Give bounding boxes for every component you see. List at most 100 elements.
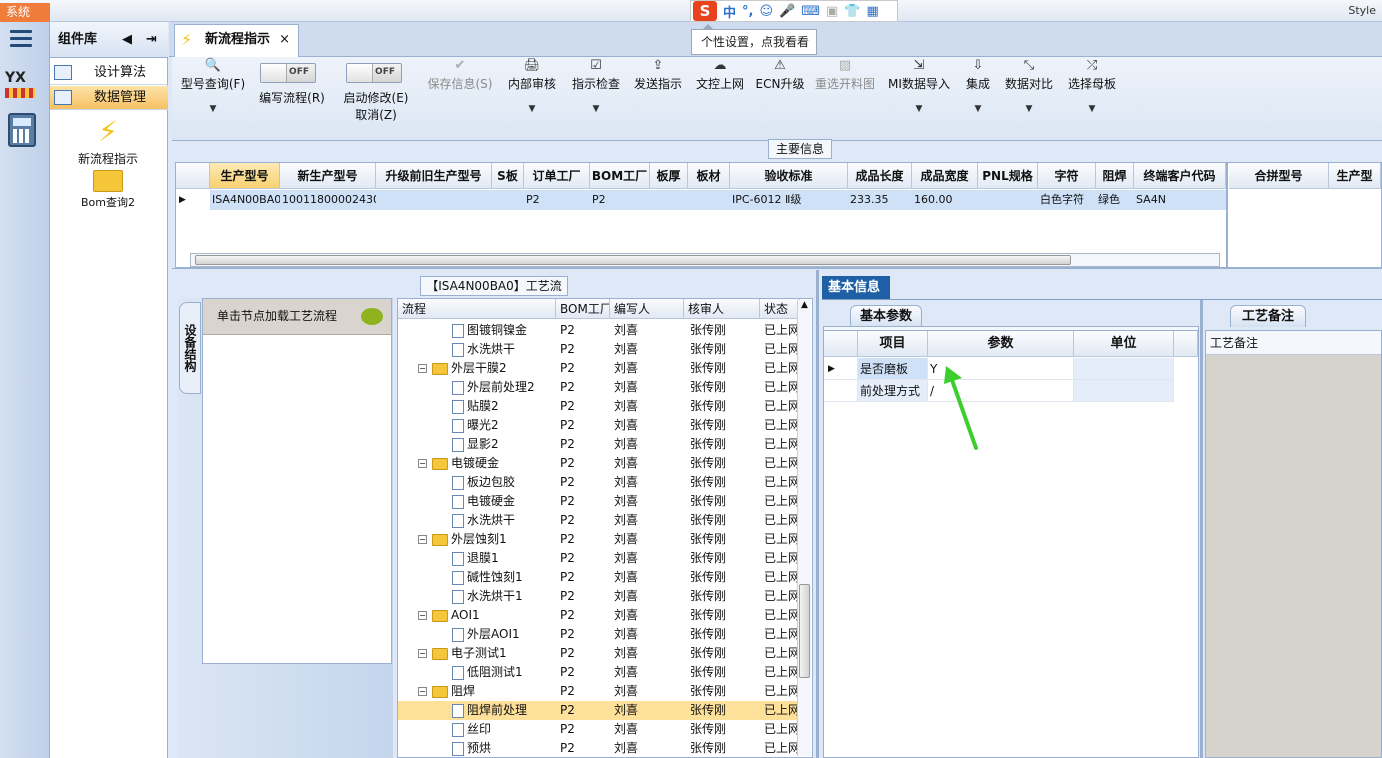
- table-cell[interactable]: 233.35: [848, 190, 912, 210]
- table-cell[interactable]: [688, 190, 730, 210]
- tab-new-process[interactable]: ⚡ 新流程指示 ×: [174, 24, 299, 57]
- table-cell[interactable]: [492, 190, 524, 210]
- tree-row[interactable]: 预烘 P2 刘喜 张传刚 已上网: [398, 739, 800, 757]
- tree-row[interactable]: − 外层干膜2 P2 刘喜 张传刚 已上网: [398, 359, 800, 378]
- table-cell[interactable]: [650, 190, 688, 210]
- ime-tools-icon[interactable]: ▣: [826, 4, 838, 19]
- pin-icon[interactable]: ⇥: [146, 22, 157, 58]
- tab-process-notes[interactable]: 工艺备注: [1230, 305, 1306, 327]
- calculator-icon[interactable]: [8, 113, 36, 147]
- toggle-switch[interactable]: OFF: [260, 63, 316, 83]
- dropdown-arrow-icon[interactable]: ▼: [568, 104, 624, 114]
- table-cell[interactable]: 白色字符: [1038, 190, 1096, 210]
- tree-row[interactable]: − 电镀硬金 P2 刘喜 张传刚 已上网: [398, 454, 800, 473]
- tree-row[interactable]: 显影2 P2 刘喜 张传刚 已上网: [398, 435, 800, 454]
- table-cell[interactable]: ISA4N00BA0: [210, 190, 280, 210]
- tree-row[interactable]: 电镀硬金 P2 刘喜 张传刚 已上网: [398, 492, 800, 511]
- tree-row[interactable]: − 电子测试1 P2 刘喜 张传刚 已上网: [398, 644, 800, 663]
- collapse-icon[interactable]: −: [418, 687, 427, 696]
- col-header[interactable]: 单位: [1074, 331, 1174, 357]
- table-cell[interactable]: P2: [524, 190, 590, 210]
- tree-row[interactable]: 曝光2 P2 刘喜 张传刚 已上网: [398, 416, 800, 435]
- select-motherboard-button[interactable]: ⤮ 选择母板 ▼: [1064, 57, 1120, 114]
- col-header[interactable]: 流程: [398, 299, 556, 319]
- tab-basic-params[interactable]: 基本参数: [850, 305, 922, 327]
- tree-row[interactable]: 外层AOI1 P2 刘喜 张传刚 已上网: [398, 625, 800, 644]
- internal-review-button[interactable]: 🖨 内部审核 ▼: [504, 57, 560, 114]
- start-modify-toggle[interactable]: OFF 启动修改(E) 取消(Z): [338, 57, 414, 123]
- table-cell[interactable]: [978, 190, 1038, 210]
- table-cell[interactable]: IPC-6012 Ⅱ级: [730, 190, 848, 210]
- col-header[interactable]: 成品长度: [848, 163, 912, 189]
- col-header[interactable]: 生产型: [1329, 163, 1381, 189]
- ime-keyboard-icon[interactable]: ⌨: [801, 4, 820, 19]
- send-instruction-button[interactable]: ⇪ 发送指示: [630, 57, 686, 92]
- table-cell[interactable]: [1074, 358, 1174, 380]
- dropdown-arrow-icon[interactable]: ▼: [1002, 104, 1056, 114]
- tree-row[interactable]: 水洗烘干 P2 刘喜 张传刚 已上网: [398, 340, 800, 359]
- col-header[interactable]: 验收标准: [730, 163, 848, 189]
- write-process-toggle[interactable]: OFF 编写流程(R): [252, 57, 332, 106]
- ime-skin-icon[interactable]: 👕: [844, 4, 860, 19]
- col-header[interactable]: 字符: [1038, 163, 1096, 189]
- panel-splitter[interactable]: [816, 270, 819, 758]
- data-compare-button[interactable]: ⤡ 数据对比 ▼: [1002, 57, 1056, 114]
- collapse-icon[interactable]: −: [418, 611, 427, 620]
- tree-row[interactable]: 水洗烘干 P2 刘喜 张传刚 已上网: [398, 511, 800, 530]
- table-cell[interactable]: 前处理方式: [858, 380, 928, 402]
- col-header[interactable]: 编写人: [610, 299, 684, 319]
- col-header[interactable]: 状态: [760, 299, 800, 319]
- col-header[interactable]: 新生产型号: [280, 163, 376, 189]
- sogou-logo-icon[interactable]: S: [693, 1, 717, 21]
- library-item-data-management[interactable]: 数据管理: [50, 86, 168, 110]
- table-cell[interactable]: [1074, 380, 1174, 402]
- system-menu[interactable]: 系统: [0, 3, 50, 22]
- col-header[interactable]: 终端客户代码: [1134, 163, 1226, 189]
- ime-emoji-icon[interactable]: ☺: [759, 4, 773, 19]
- mi-data-import-button[interactable]: ⇲ MI数据导入 ▼: [886, 57, 952, 114]
- collapse-icon[interactable]: −: [418, 649, 427, 658]
- collapse-icon[interactable]: −: [418, 535, 427, 544]
- col-header[interactable]: 项目: [858, 331, 928, 357]
- instruction-check-button[interactable]: ☑ 指示检查 ▼: [568, 57, 624, 114]
- tree-row[interactable]: 退膜1 P2 刘喜 张传刚 已上网: [398, 549, 800, 568]
- yx-app-icon[interactable]: YX: [5, 70, 39, 102]
- panel-splitter[interactable]: [1200, 300, 1203, 758]
- table-cell[interactable]: 绿色: [1096, 190, 1134, 210]
- col-header[interactable]: S板: [492, 163, 524, 189]
- ecn-upgrade-button[interactable]: ⚠ ECN升级: [754, 57, 806, 92]
- tree-row[interactable]: 图镀铜镍金 P2 刘喜 张传刚 已上网: [398, 321, 800, 340]
- dropdown-arrow-icon[interactable]: ▼: [960, 104, 996, 114]
- ime-toolbar[interactable]: S 中 °, ☺ 🎤 ⌨ ▣ 👕 ▦: [690, 0, 898, 22]
- col-header[interactable]: 参数: [928, 331, 1074, 357]
- col-header[interactable]: 板材: [688, 163, 730, 189]
- tile-bom-query[interactable]: Bom查询2: [66, 170, 150, 210]
- integrate-button[interactable]: ⇩ 集成 ▼: [960, 57, 996, 114]
- doc-control-online-button[interactable]: ☁ 文控上网: [692, 57, 748, 92]
- table-cell[interactable]: 10011800002430: [280, 190, 376, 210]
- tree-row[interactable]: 丝印 P2 刘喜 张传刚 已上网: [398, 720, 800, 739]
- tree-row[interactable]: 外层前处理2 P2 刘喜 张传刚 已上网: [398, 378, 800, 397]
- tile-new-process[interactable]: ⚡ 新流程指示: [66, 114, 150, 167]
- table-cell[interactable]: 160.00: [912, 190, 978, 210]
- horizontal-scrollbar[interactable]: [190, 253, 1220, 267]
- save-info-button[interactable]: ✔ 保存信息(S): [424, 57, 496, 92]
- vertical-scrollbar[interactable]: ▲: [797, 300, 811, 756]
- tree-row[interactable]: 水洗烘干1 P2 刘喜 张传刚 已上网: [398, 587, 800, 606]
- dropdown-arrow-icon[interactable]: ▼: [504, 104, 560, 114]
- tree-row[interactable]: − AOI1 P2 刘喜 张传刚 已上网: [398, 606, 800, 625]
- col-header[interactable]: 核审人: [684, 299, 760, 319]
- col-header[interactable]: 订单工厂: [524, 163, 590, 189]
- col-header[interactable]: BOM工厂: [590, 163, 650, 189]
- toggle-switch[interactable]: OFF: [346, 63, 402, 83]
- col-header[interactable]: 生产型号: [210, 163, 280, 189]
- ime-menu-icon[interactable]: ▦: [866, 4, 878, 19]
- reselect-cut-chart-button[interactable]: ▨ 重选开料图: [812, 57, 878, 92]
- scroll-up-icon[interactable]: ▲: [798, 300, 811, 310]
- table-cell[interactable]: 是否磨板: [858, 358, 928, 380]
- table-cell[interactable]: SA4N: [1134, 190, 1226, 210]
- style-menu[interactable]: Style: [1348, 4, 1376, 17]
- col-header[interactable]: BOM工厂: [556, 299, 610, 319]
- collapse-icon[interactable]: −: [418, 459, 427, 468]
- tree-row[interactable]: 贴膜2 P2 刘喜 张传刚 已上网: [398, 397, 800, 416]
